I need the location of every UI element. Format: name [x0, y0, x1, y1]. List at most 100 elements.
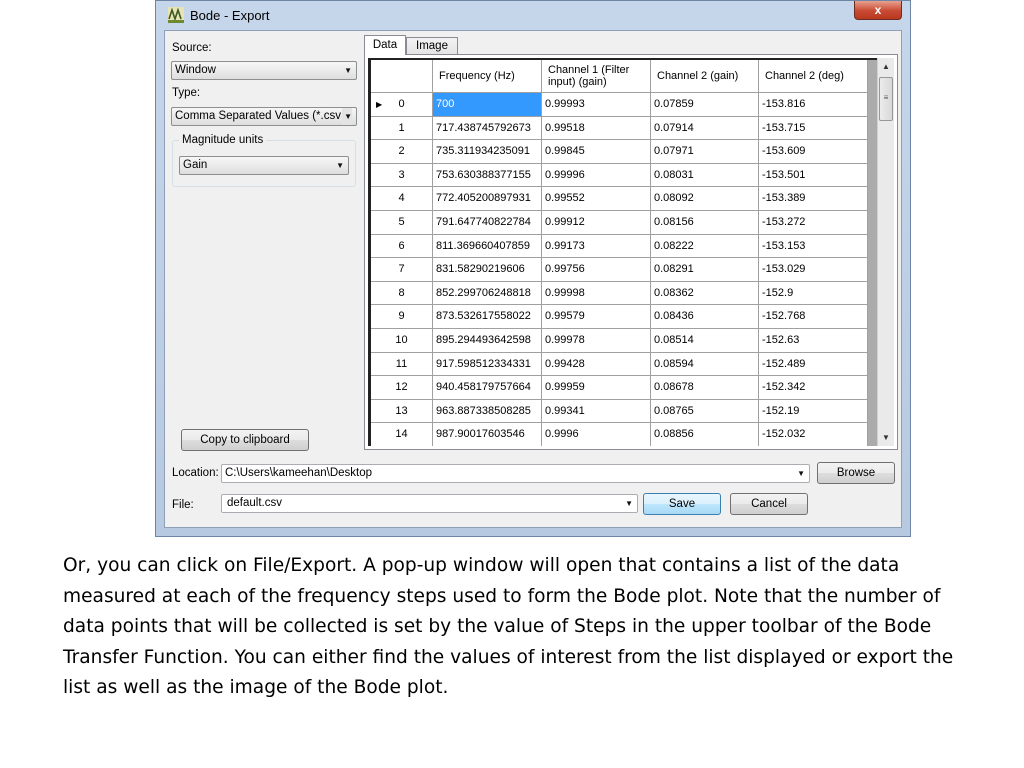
grid-cell[interactable]: 0.08856 — [651, 423, 759, 446]
column-header[interactable]: Channel 1 (Filter input) (gain) — [542, 60, 651, 93]
grid-cell[interactable]: 963.887338508285 — [433, 399, 542, 424]
file-combobox[interactable]: default.csv ▼ — [221, 494, 638, 513]
grid-cell[interactable]: 0.99845 — [542, 140, 651, 164]
scroll-up-arrow-icon[interactable]: ▲ — [878, 58, 894, 75]
grid-cell[interactable]: 0.08436 — [651, 305, 759, 329]
grid-cell[interactable]: -153.609 — [759, 140, 868, 164]
grid-cell[interactable]: -152.489 — [759, 352, 868, 377]
grid-cell[interactable]: -153.029 — [759, 258, 868, 282]
row-index: 1 — [398, 121, 405, 134]
grid-cell[interactable]: 0.99978 — [542, 329, 651, 353]
row-header[interactable]: 6 — [371, 234, 433, 259]
grid-cell[interactable]: 753.630388377155 — [433, 163, 542, 188]
type-dropdown[interactable]: Comma Separated Values (*.csv ▼ — [171, 107, 357, 126]
grid-cell[interactable]: 0.99341 — [542, 399, 651, 424]
grid-cell[interactable]: 0.99579 — [542, 305, 651, 329]
grid-cell[interactable]: 0.07859 — [651, 93, 759, 117]
grid-cell[interactable]: -153.389 — [759, 187, 868, 211]
grid-cell[interactable]: 895.294493642598 — [433, 329, 542, 353]
grid-cell[interactable]: -153.272 — [759, 211, 868, 235]
grid-cell[interactable]: 0.07914 — [651, 116, 759, 141]
grid-cell[interactable]: 940.458179757664 — [433, 376, 542, 400]
row-header[interactable]: 5 — [371, 211, 433, 235]
row-header[interactable]: 0 ▶ — [371, 93, 433, 117]
row-header[interactable]: 11 — [371, 352, 433, 377]
grid-cell[interactable]: -152.032 — [759, 423, 868, 446]
grid-cell[interactable]: 0.99756 — [542, 258, 651, 282]
grid-cell[interactable]: 0.99996 — [542, 163, 651, 188]
close-button[interactable]: x — [854, 1, 902, 20]
grid-cell[interactable]: 0.08594 — [651, 352, 759, 377]
source-dropdown[interactable]: Window ▼ — [171, 61, 357, 80]
grid-cell[interactable]: 0.08156 — [651, 211, 759, 235]
grid-cell[interactable]: 987.90017603546 — [433, 423, 542, 446]
column-header[interactable]: Channel 2 (deg) — [759, 60, 868, 93]
vertical-scrollbar[interactable]: ▲ ≡ ▼ — [877, 58, 894, 446]
grid-cell[interactable]: 0.08222 — [651, 234, 759, 259]
row-header[interactable]: 7 — [371, 258, 433, 282]
grid-cell[interactable]: 0.08092 — [651, 187, 759, 211]
row-header[interactable]: 12 — [371, 376, 433, 400]
grid-cell[interactable]: 0.08765 — [651, 399, 759, 424]
close-icon: x — [874, 3, 882, 17]
grid-cell[interactable]: 0.08514 — [651, 329, 759, 353]
grid-cell[interactable]: -153.501 — [759, 163, 868, 188]
grid-cell[interactable]: 791.647740822784 — [433, 211, 542, 235]
grid-cell[interactable]: 0.99998 — [542, 281, 651, 306]
title-bar[interactable]: Bode - Export x — [156, 1, 910, 29]
grid-cell[interactable]: 917.598512334331 — [433, 352, 542, 377]
row-header[interactable]: 9 — [371, 305, 433, 329]
row-header[interactable]: 10 — [371, 329, 433, 353]
grid-cell[interactable]: -152.19 — [759, 399, 868, 424]
grid-cell[interactable]: -153.153 — [759, 234, 868, 259]
grid-cell[interactable]: 0.08291 — [651, 258, 759, 282]
row-header[interactable]: 4 — [371, 187, 433, 211]
grid-cell[interactable]: -152.9 — [759, 281, 868, 306]
browse-button[interactable]: Browse — [817, 462, 895, 484]
grid-cell[interactable]: -152.342 — [759, 376, 868, 400]
row-header[interactable]: 2 — [371, 140, 433, 164]
grid-cell[interactable]: 0.99912 — [542, 211, 651, 235]
row-header[interactable]: 8 — [371, 281, 433, 306]
row-header[interactable]: 3 — [371, 163, 433, 188]
data-grid[interactable]: Frequency (Hz) Channel 1 (Filter input) (… — [368, 58, 894, 446]
grid-cell[interactable]: 852.299706248818 — [433, 281, 542, 306]
tab-data[interactable]: Data — [364, 35, 406, 55]
row-header[interactable]: 13 — [371, 399, 433, 424]
grid-cell[interactable]: 735.311934235091 — [433, 140, 542, 164]
grid-cell[interactable]: 0.99518 — [542, 116, 651, 141]
grid-cell[interactable]: 0.9996 — [542, 423, 651, 446]
grid-cell[interactable]: 831.58290219606 — [433, 258, 542, 282]
grid-cell[interactable]: 0.99173 — [542, 234, 651, 259]
grid-cell[interactable]: 0.08362 — [651, 281, 759, 306]
column-header[interactable]: Channel 2 (gain) — [651, 60, 759, 93]
grid-cell[interactable]: 0.99428 — [542, 352, 651, 377]
scroll-down-arrow-icon[interactable]: ▼ — [878, 429, 894, 446]
grid-cell[interactable]: 0.99959 — [542, 376, 651, 400]
grid-cell[interactable]: 811.369660407859 — [433, 234, 542, 259]
save-button[interactable]: Save — [643, 493, 721, 515]
grid-cell[interactable]: 873.532617558022 — [433, 305, 542, 329]
grid-cell[interactable]: 772.405200897931 — [433, 187, 542, 211]
grid-cell[interactable]: 0.07971 — [651, 140, 759, 164]
row-header[interactable]: 14 — [371, 423, 433, 446]
grid-cell[interactable]: 0.99552 — [542, 187, 651, 211]
tab-image[interactable]: Image — [406, 37, 458, 55]
cancel-button[interactable]: Cancel — [730, 493, 808, 515]
grid-cell[interactable]: 0.99993 — [542, 93, 651, 117]
grid-cell[interactable]: -153.816 — [759, 93, 868, 117]
location-combobox[interactable]: C:\Users\kameehan\Desktop ▼ — [221, 464, 810, 483]
grid-cell[interactable]: -152.63 — [759, 329, 868, 353]
grid-cell[interactable]: 0.08031 — [651, 163, 759, 188]
grid-cell[interactable]: 717.438745792673 — [433, 116, 542, 141]
scroll-thumb[interactable]: ≡ — [879, 77, 893, 121]
grid-cell[interactable]: 700 — [433, 93, 542, 117]
row-index: 9 — [398, 310, 405, 323]
copy-to-clipboard-button[interactable]: Copy to clipboard — [181, 429, 309, 451]
grid-cell[interactable]: 0.08678 — [651, 376, 759, 400]
row-header[interactable]: 1 — [371, 116, 433, 141]
grid-cell[interactable]: -152.768 — [759, 305, 868, 329]
magnitude-dropdown[interactable]: Gain ▼ — [179, 156, 349, 175]
grid-cell[interactable]: -153.715 — [759, 116, 868, 141]
column-header[interactable]: Frequency (Hz) — [433, 60, 542, 93]
